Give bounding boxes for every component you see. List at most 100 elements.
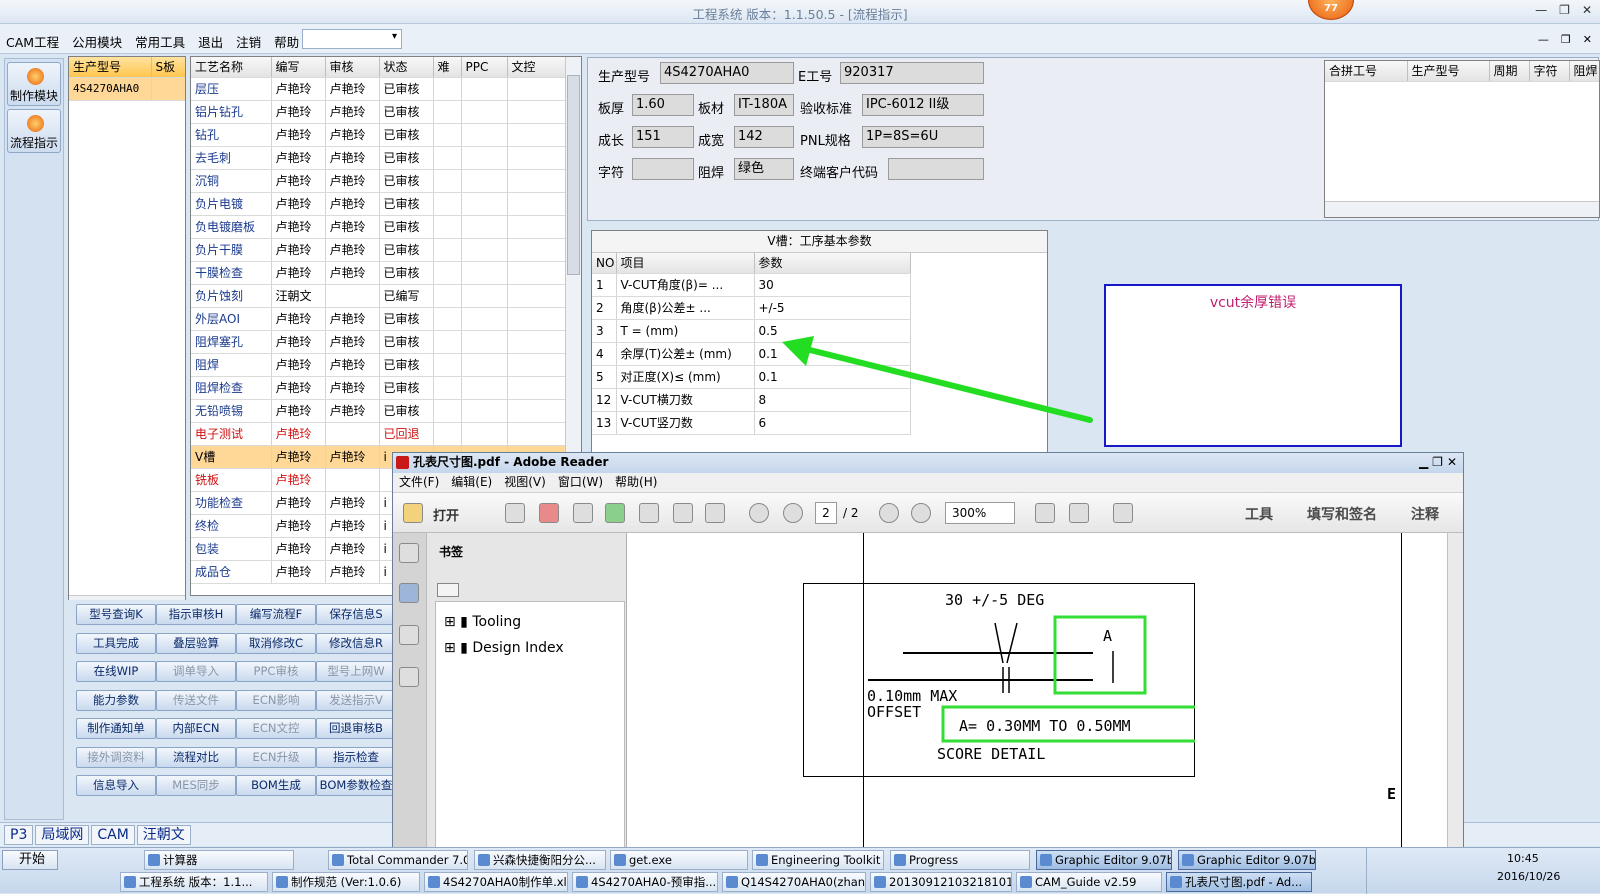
zoom-in-icon[interactable] — [911, 503, 931, 523]
table-row[interactable]: 铝片钻孔 卢艳玲 卢艳玲 已审核 — [191, 100, 568, 124]
status-tab-2[interactable]: CAM — [91, 825, 135, 845]
func-button[interactable]: 修改信息R — [316, 632, 396, 654]
merge-hscroll[interactable] — [1325, 201, 1599, 217]
export-pdf-icon[interactable] — [539, 503, 559, 523]
taskbar-button[interactable]: Graphic Editor 9.07b... — [1036, 850, 1172, 870]
page-input[interactable]: 2 — [815, 502, 837, 524]
upload-icon[interactable] — [605, 503, 625, 523]
reader-restore-icon[interactable]: ❐ — [1432, 453, 1443, 472]
func-button[interactable]: 发送指示V — [316, 689, 396, 711]
width-field[interactable]: 142 — [734, 126, 794, 148]
func-button[interactable]: 流程对比 — [156, 746, 236, 768]
func-button[interactable]: ECN影响 — [236, 689, 316, 711]
clock-time[interactable]: 10:45 — [1507, 852, 1539, 865]
func-button[interactable]: BOM参数检查 — [316, 775, 396, 796]
toolbar-combo[interactable] — [302, 29, 402, 49]
col-header-5[interactable]: PPC — [461, 57, 508, 78]
func-button[interactable]: 指示检查 — [316, 746, 396, 768]
table-row[interactable]: 负电镀磨板 卢艳玲 卢艳玲 已审核 — [191, 215, 568, 239]
func-button[interactable]: 取消修改C — [236, 632, 316, 654]
table-row[interactable]: 钻孔 卢艳玲 卢艳玲 已审核 — [191, 123, 568, 147]
taskbar-button[interactable]: 4S4270AHA0制作单.xl... — [424, 872, 568, 892]
print-icon[interactable] — [673, 503, 693, 523]
taskbar-button[interactable]: Q14S4270AHA0(zhang... — [722, 872, 866, 892]
merge-col-3[interactable]: 字符 — [1529, 61, 1570, 82]
func-button[interactable]: ECN文控 — [236, 718, 316, 739]
zoom-select[interactable]: 300% — [945, 502, 1015, 524]
minimize-icon[interactable]: — — [1535, 3, 1547, 17]
func-button[interactable]: 接外调资料 — [76, 746, 156, 768]
table-row[interactable]: 负片蚀刻 汪朝文 已编写 — [191, 284, 568, 308]
cust-field[interactable] — [888, 158, 984, 180]
clock-date[interactable]: 2016/10/26 — [1497, 870, 1560, 883]
table-row[interactable]: 无铅喷锡 卢艳玲 卢艳玲 已审核 — [191, 399, 568, 423]
col-prod-model[interactable]: 生产型号 — [69, 57, 152, 78]
fit-width-icon[interactable] — [1069, 503, 1089, 523]
reader-menu-item[interactable]: 编辑(E) — [451, 473, 492, 492]
attachment-icon[interactable] — [399, 625, 419, 645]
menu-item-4[interactable]: 注销 — [236, 32, 261, 51]
close-icon[interactable]: ✕ — [1582, 3, 1592, 17]
pages-icon[interactable] — [399, 543, 419, 563]
vgroove-col-2[interactable]: 参数 — [754, 253, 911, 274]
table-row[interactable]: 阻焊 卢艳玲 卢艳玲 已审核 — [191, 353, 568, 377]
menu-item-0[interactable]: CAM工程 — [6, 32, 59, 51]
model-cell[interactable]: 4S4270AHA0 — [69, 77, 152, 101]
fit-page-icon[interactable] — [1035, 503, 1055, 523]
func-button[interactable]: PPC审核 — [236, 661, 316, 682]
reader-close-icon[interactable]: ✕ — [1447, 453, 1457, 472]
vgroove-col-0[interactable]: NO — [592, 253, 617, 274]
menu-item-5[interactable]: 帮助 — [274, 32, 299, 51]
status-tab-1[interactable]: 局域网 — [35, 825, 90, 845]
table-row[interactable]: 层压 卢艳玲 卢艳玲 已审核 — [191, 77, 568, 101]
func-button[interactable]: 型号上网W — [316, 661, 396, 682]
taskbar-button[interactable]: 兴森快捷衡阳分公... — [474, 850, 606, 870]
func-button[interactable]: 回退审核B — [316, 718, 396, 739]
scroll-thumb[interactable] — [567, 75, 580, 275]
func-button[interactable]: 工具完成 — [76, 632, 156, 654]
table-row[interactable]: 2 角度(β)公差± ... +/-5 — [592, 296, 911, 320]
menu-item-2[interactable]: 常用工具 — [135, 32, 185, 51]
prev-page-icon[interactable] — [749, 503, 769, 523]
taskbar-button[interactable]: Graphic Editor 9.07b... — [1178, 850, 1316, 870]
taskbar-button[interactable]: get.exe — [610, 850, 748, 870]
create-pdf-icon[interactable] — [505, 503, 525, 523]
start-button[interactable]: 开始 — [2, 850, 58, 870]
func-button[interactable]: 在线WIP — [76, 661, 156, 682]
func-button[interactable]: ECN升级 — [236, 746, 316, 768]
standard-field[interactable]: IPC-6012 II级 — [862, 94, 984, 116]
material-field[interactable]: IT-180A — [734, 94, 794, 116]
bookmark-design-index[interactable]: ⊞ ▮ Design Index — [444, 640, 564, 656]
table-row[interactable]: 干膜检查 卢艳玲 卢艳玲 已审核 — [191, 261, 568, 285]
flow-guide-button[interactable]: 流程指示 — [7, 109, 61, 153]
mdi-close-icon[interactable]: ✕ — [1583, 33, 1592, 46]
col-header-6[interactable]: 文控 — [507, 57, 568, 78]
col-header-3[interactable]: 状态 — [379, 57, 434, 78]
func-button[interactable]: 保存信息S — [316, 604, 396, 625]
restore-icon[interactable]: ❐ — [1559, 3, 1570, 17]
thickness-field[interactable]: 1.60 — [632, 94, 694, 116]
layers-icon[interactable] — [399, 667, 419, 687]
table-row[interactable]: 外层AOI 卢艳玲 卢艳玲 已审核 — [191, 307, 568, 331]
func-button[interactable]: 编写流程F — [236, 604, 316, 625]
merge-col-4[interactable]: 阻焊 — [1569, 61, 1599, 82]
make-module-button[interactable]: 制作模块 — [7, 62, 61, 106]
mdi-minimize-icon[interactable]: — — [1538, 33, 1549, 46]
next-page-icon[interactable] — [783, 503, 803, 523]
func-button[interactable]: 调单导入 — [156, 661, 236, 682]
table-row[interactable]: 沉铜 卢艳玲 卢艳玲 已审核 — [191, 169, 568, 193]
reader-menu-item[interactable]: 窗口(W) — [558, 473, 603, 492]
menu-item-3[interactable]: 退出 — [198, 32, 223, 51]
col-header-2[interactable]: 审核 — [325, 57, 380, 78]
email-icon[interactable] — [705, 503, 725, 523]
open-button[interactable]: 打开 — [433, 505, 459, 524]
taskbar-button[interactable]: 2013091210321810​1.r... — [870, 872, 1012, 892]
reader-menu-item[interactable]: 视图(V) — [504, 473, 546, 492]
col-header-4[interactable]: 难 — [433, 57, 462, 78]
func-button[interactable]: 信息导入 — [76, 775, 156, 796]
table-row[interactable]: 电子测试 卢艳玲 已回退 — [191, 422, 568, 446]
func-button[interactable]: MES同步 — [156, 775, 236, 796]
func-button[interactable]: 内部ECN — [156, 718, 236, 739]
bookmark-icon[interactable] — [399, 583, 419, 603]
bookmark-tooling[interactable]: ⊞ ▮ Tooling — [444, 614, 521, 630]
